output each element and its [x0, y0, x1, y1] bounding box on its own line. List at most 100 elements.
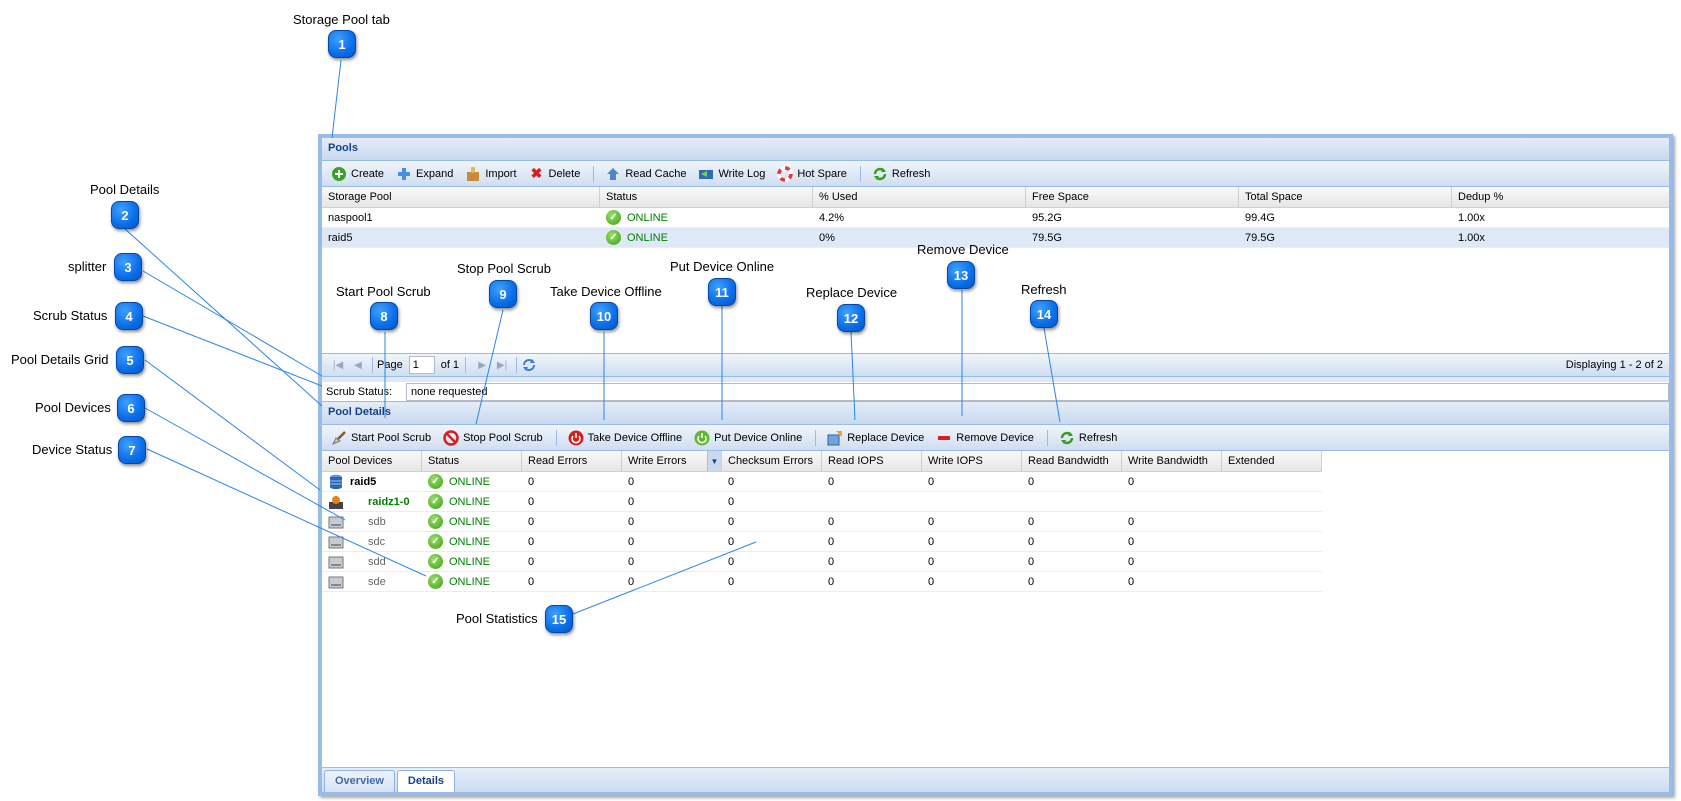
- column-header-write-errors-label: Write Errors: [628, 455, 687, 467]
- device-name: sdd: [368, 555, 386, 568]
- column-header-total-space[interactable]: Total Space: [1239, 187, 1452, 207]
- tab-bar: Overview Details: [322, 767, 1669, 792]
- pool-total: 99.4G: [1245, 211, 1275, 224]
- pager-refresh-icon[interactable]: [521, 357, 537, 373]
- pool-free: 95.2G: [1032, 211, 1062, 224]
- start-pool-scrub-button[interactable]: Start Pool Scrub: [326, 428, 436, 448]
- page-number-input[interactable]: [408, 356, 435, 374]
- extended-cell: [1222, 552, 1322, 571]
- pool-details-grid-header: Pool Devices Status Read Errors Write Er…: [322, 451, 1322, 472]
- column-header-status[interactable]: Status: [422, 451, 522, 471]
- write-log-icon: [698, 166, 714, 182]
- device-status: ✓ ONLINE: [422, 472, 522, 491]
- refresh-icon: [1059, 430, 1075, 446]
- toolbar-separator: [1046, 429, 1048, 446]
- expand-pool-button[interactable]: Expand: [391, 164, 458, 184]
- pools-refresh-button[interactable]: Refresh: [867, 164, 936, 184]
- pager-separator: [465, 357, 467, 373]
- read-iops-cell: 0: [828, 575, 835, 588]
- write-bandwidth-cell: 0: [1128, 575, 1135, 588]
- column-header-pool-devices[interactable]: Pool Devices: [322, 451, 422, 471]
- pool-status: ✓ ONLINE: [600, 208, 813, 227]
- power-on-icon: [694, 430, 710, 446]
- hard-disk-icon: [328, 534, 344, 550]
- next-page-icon[interactable]: ▶: [472, 360, 492, 371]
- online-check-icon: ✓: [428, 534, 443, 549]
- device-row[interactable]: raid5 ✓ ONLINE 0 0 0 0 0 0 0: [322, 472, 1322, 492]
- tab-details[interactable]: Details: [396, 770, 455, 792]
- device-status: ✓ ONLINE: [422, 512, 522, 531]
- read-errors-cell: 0: [528, 515, 535, 528]
- pool-details-toolbar: Start Pool Scrub Stop Pool Scrub Take De…: [322, 425, 1669, 451]
- callout-label-13: Remove Device: [917, 242, 1009, 257]
- stop-pool-scrub-button[interactable]: Stop Pool Scrub: [438, 428, 548, 448]
- put-device-online-button[interactable]: Put Device Online: [689, 428, 807, 448]
- column-header-write-errors[interactable]: Write Errors ▼: [622, 451, 722, 471]
- put-device-online-label: Put Device Online: [714, 431, 803, 444]
- toolbar-separator: [555, 429, 557, 446]
- toolbar-separator: [593, 165, 595, 182]
- write-log-label: Write Log: [718, 167, 766, 180]
- prev-page-icon[interactable]: ◀: [348, 360, 368, 371]
- column-header-status[interactable]: Status: [600, 187, 813, 207]
- import-pool-button[interactable]: Import: [460, 164, 521, 184]
- column-header-read-bandwidth[interactable]: Read Bandwidth: [1022, 451, 1122, 471]
- column-header-free-space[interactable]: Free Space: [1026, 187, 1239, 207]
- delete-pool-button[interactable]: ✖ Delete: [524, 164, 586, 184]
- device-status: ✓ ONLINE: [422, 532, 522, 551]
- device-row[interactable]: sde ✓ ONLINE 0 0 0 0 0 0 0: [322, 572, 1322, 592]
- callout-badge-7: 7: [118, 436, 146, 464]
- first-page-icon[interactable]: |◀: [328, 360, 348, 371]
- pool-row[interactable]: naspool1 ✓ ONLINE 4.2% 95.2G 99.4G 1.00x: [322, 208, 1669, 228]
- hard-disk-icon: [328, 554, 344, 570]
- remove-device-button[interactable]: Remove Device: [931, 428, 1039, 448]
- pools-toolbar: Create Expand Import ✖ Delete Read Cache…: [322, 161, 1669, 187]
- brush-icon: [331, 430, 347, 446]
- write-errors-cell: 0: [628, 515, 635, 528]
- create-pool-button[interactable]: Create: [326, 164, 389, 184]
- write-log-button[interactable]: Write Log: [693, 164, 770, 184]
- pool-dedup: 1.00x: [1458, 211, 1485, 224]
- last-page-icon[interactable]: ▶|: [492, 360, 512, 371]
- stop-pool-scrub-label: Stop Pool Scrub: [463, 431, 543, 444]
- write-bandwidth-cell: 0: [1128, 515, 1135, 528]
- column-header-checksum-errors[interactable]: Checksum Errors: [722, 451, 822, 471]
- pools-refresh-label: Refresh: [891, 167, 931, 180]
- replace-device-button[interactable]: Replace Device: [822, 428, 929, 448]
- checksum-errors-cell: 0: [728, 475, 735, 488]
- column-header-read-errors[interactable]: Read Errors: [522, 451, 622, 471]
- details-refresh-button[interactable]: Refresh: [1054, 428, 1123, 448]
- callout-badge-12: 12: [837, 304, 865, 332]
- extended-cell: [1222, 572, 1322, 591]
- read-iops-cell: 0: [828, 515, 835, 528]
- displaying-count: Displaying 1 - 2 of 2: [1565, 359, 1663, 371]
- column-header-write-iops[interactable]: Write IOPS: [922, 451, 1022, 471]
- device-row[interactable]: sdc ✓ ONLINE 0 0 0 0 0 0 0: [322, 532, 1322, 552]
- column-header-dedup[interactable]: Dedup %: [1452, 187, 1669, 207]
- no-entry-icon: [443, 429, 459, 446]
- column-header-extended[interactable]: Extended: [1222, 451, 1322, 471]
- pool-status: ✓ ONLINE: [600, 228, 813, 247]
- callout-badge-13: 13: [947, 261, 975, 289]
- column-header-percent-used[interactable]: % Used: [813, 187, 1026, 207]
- scrub-status-label: Scrub Status:: [326, 385, 393, 398]
- callout-label-7: Device Status: [32, 442, 113, 457]
- take-device-offline-button[interactable]: Take Device Offline: [563, 428, 688, 448]
- pool-free: 79.5G: [1032, 231, 1062, 244]
- device-name-cell: raidz1-0: [322, 492, 422, 511]
- column-header-read-iops[interactable]: Read IOPS: [822, 451, 922, 471]
- column-menu-trigger[interactable]: ▼: [707, 451, 721, 471]
- device-row[interactable]: sdb ✓ ONLINE 0 0 0 0 0 0 0: [322, 512, 1322, 532]
- hot-spare-button[interactable]: Hot Spare: [772, 164, 852, 184]
- column-header-storage-pool[interactable]: Storage Pool: [322, 187, 600, 207]
- callout-label-8: Start Pool Scrub: [336, 284, 431, 299]
- device-row[interactable]: sdd ✓ ONLINE 0 0 0 0 0 0 0: [322, 552, 1322, 572]
- read-errors-cell: 0: [528, 495, 535, 508]
- tab-overview[interactable]: Overview: [324, 770, 395, 792]
- write-iops-cell: 0: [928, 515, 935, 528]
- device-row[interactable]: raidz1-0 ✓ ONLINE 0 0 0: [322, 492, 1322, 512]
- column-header-write-bandwidth[interactable]: Write Bandwidth: [1122, 451, 1222, 471]
- read-cache-button[interactable]: Read Cache: [600, 164, 691, 184]
- write-errors-cell: 0: [628, 495, 635, 508]
- device-name: sdb: [368, 515, 386, 528]
